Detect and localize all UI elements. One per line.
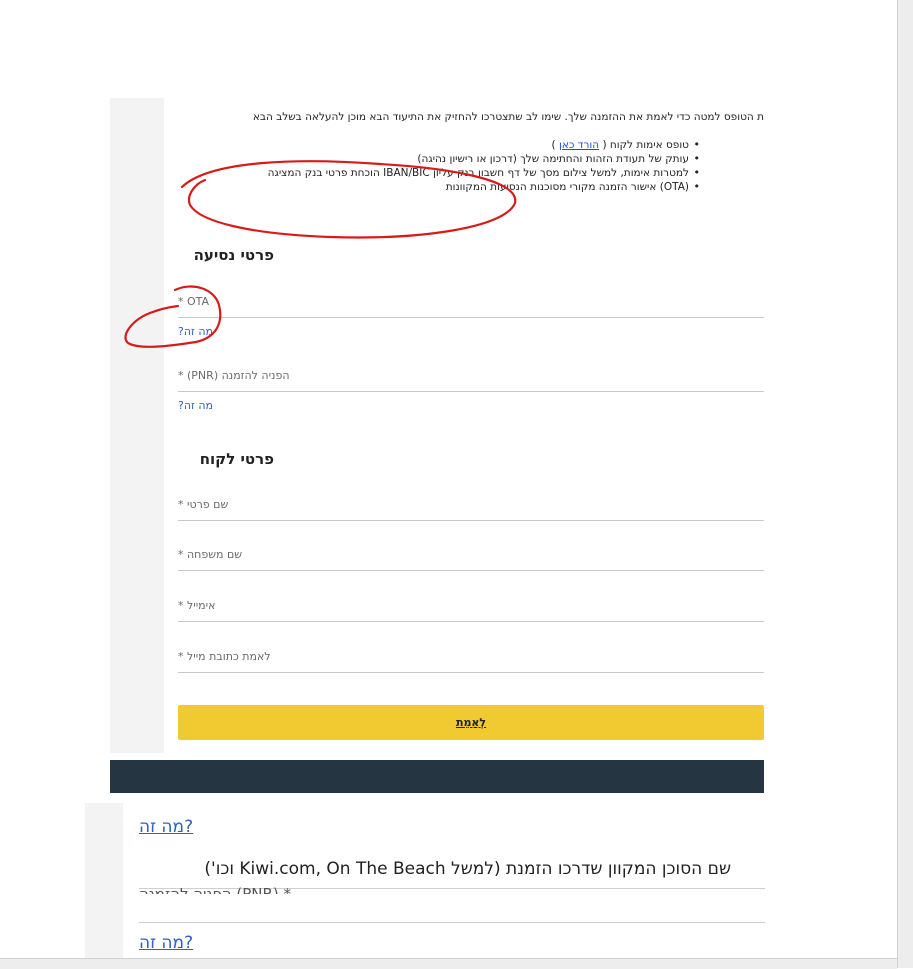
pnr-label-partial: הפניה להזמנה (PNR) * (139, 885, 292, 894)
confirm-email-label: לאמת כתובת מייל * (178, 650, 271, 663)
first-name-field[interactable]: שם פרטי * (178, 483, 764, 521)
download-here-link[interactable]: הורד כאן (559, 139, 599, 151)
form-screenshot: ת הטופס למטה כדי לאמת את ההזמנה שלך. שימ… (110, 98, 764, 753)
ota-label: OTA * (178, 295, 210, 308)
list-item: (OTA) אישור הזמנה מקורי מסוכנות הנסיעות … (268, 180, 701, 194)
required-documents-list: טופס אימות לקוח ( הורד כאן ) עותק של תעו… (268, 138, 701, 194)
last-name-field[interactable]: שם משפחה * (178, 533, 764, 571)
list-item: למטרות אימות, למשל צילום מסך של דף חשבון… (268, 166, 701, 180)
confirm-email-field[interactable]: לאמת כתובת מייל * (178, 635, 764, 673)
pnr-what-is-this-link[interactable]: מה זה? (178, 399, 213, 412)
window-scrollbar-track[interactable] (897, 0, 913, 968)
zoomed-screenshot: מה זה? שם הסוכן המקוון שדרכו הזמנת (למשל… (85, 803, 765, 958)
customer-details-heading: פרטי לקוח (199, 450, 274, 468)
list-item: עותק של תעודת הזהות והחתימה שלך (דרכון א… (268, 152, 700, 166)
what-is-this-link-bottom[interactable]: מה זה? (139, 933, 193, 953)
first-name-label: שם פרטי * (178, 498, 229, 511)
ota-field[interactable]: OTA * (178, 281, 764, 318)
last-name-label: שם משפחה * (178, 548, 243, 561)
list-item: טופס אימות לקוח ( הורד כאן ) (268, 138, 701, 152)
verify-button[interactable]: לְאַמֵת (178, 705, 764, 740)
window-bottom-edge (0, 958, 897, 969)
ota-what-is-this-link[interactable]: מה זה? (178, 325, 213, 338)
zoomed-panel: מה זה? שם הסוכן המקוון שדרכו הזמנת (למשל… (123, 803, 765, 958)
site-footer-band (110, 760, 764, 793)
what-is-this-link[interactable]: מה זה? (139, 817, 193, 837)
pnr-field[interactable]: הפניה להזמנה (PNR) * (178, 355, 764, 392)
form-panel: ת הטופס למטה כדי לאמת את ההזמנה שלך. שימ… (164, 98, 764, 753)
trip-details-heading: פרטי נסיעה (193, 246, 274, 264)
ota-explanation-text: שם הסוכן המקוון שדרכו הזמנת (למשל Kiwi.c… (204, 859, 731, 879)
bullet-text: טופס אימות לקוח ( (599, 139, 689, 151)
intro-text: ת הטופס למטה כדי לאמת את ההזמנה שלך. שימ… (252, 111, 764, 123)
email-field[interactable]: אימייל * (178, 584, 764, 622)
email-label: אימייל * (178, 599, 216, 612)
bullet-text-end: ) (551, 139, 559, 151)
field-underline (139, 922, 765, 923)
pnr-label: הפניה להזמנה (PNR) * (178, 369, 290, 382)
